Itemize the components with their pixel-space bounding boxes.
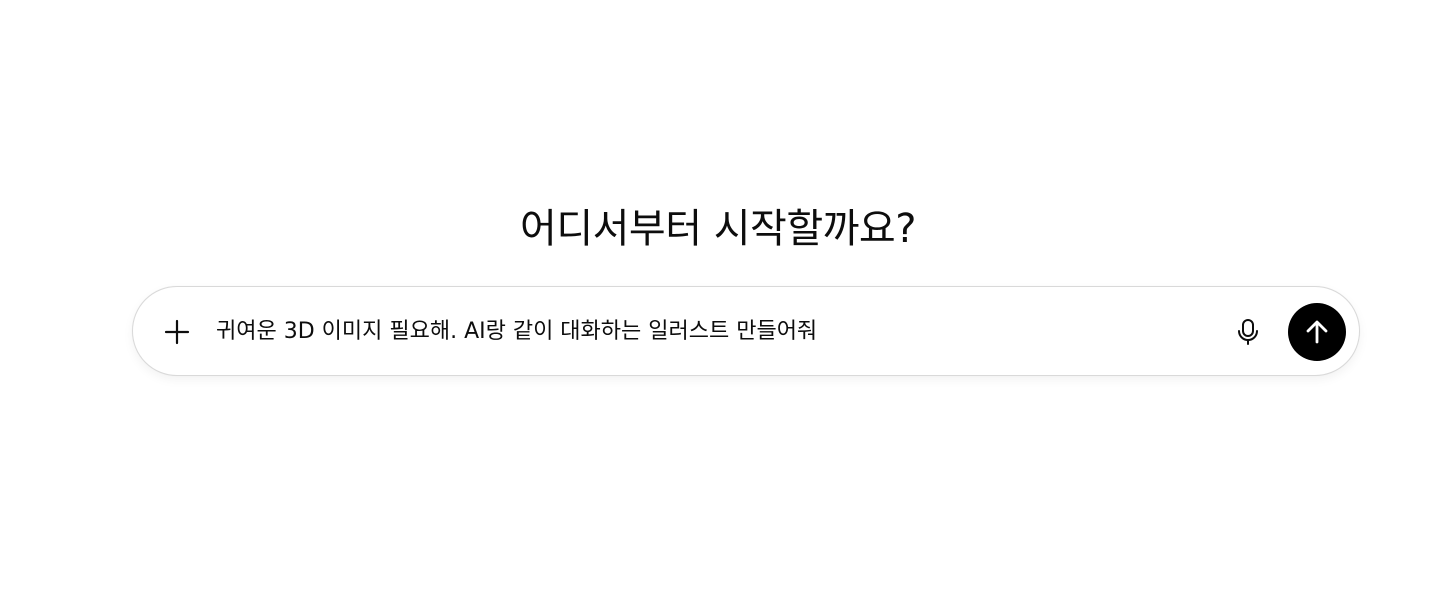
prompt-composer: 귀여운 3D 이미지 필요해. AI랑 같이 대화하는 일러스트 만들어줘 — [132, 286, 1360, 376]
plus-icon — [163, 318, 191, 346]
arrow-up-icon — [1304, 319, 1330, 345]
voice-input-button[interactable] — [1226, 310, 1270, 354]
microphone-icon — [1236, 318, 1260, 346]
page-title: 어디서부터 시작할까요? — [520, 205, 916, 252]
send-button[interactable] — [1288, 303, 1346, 361]
prompt-input[interactable]: 귀여운 3D 이미지 필요해. AI랑 같이 대화하는 일러스트 만들어줘 — [216, 314, 1116, 350]
page: 어디서부터 시작할까요? 귀여운 3D 이미지 필요해. AI랑 같이 대화하는… — [0, 0, 1436, 596]
add-attachment-button[interactable] — [155, 310, 199, 354]
